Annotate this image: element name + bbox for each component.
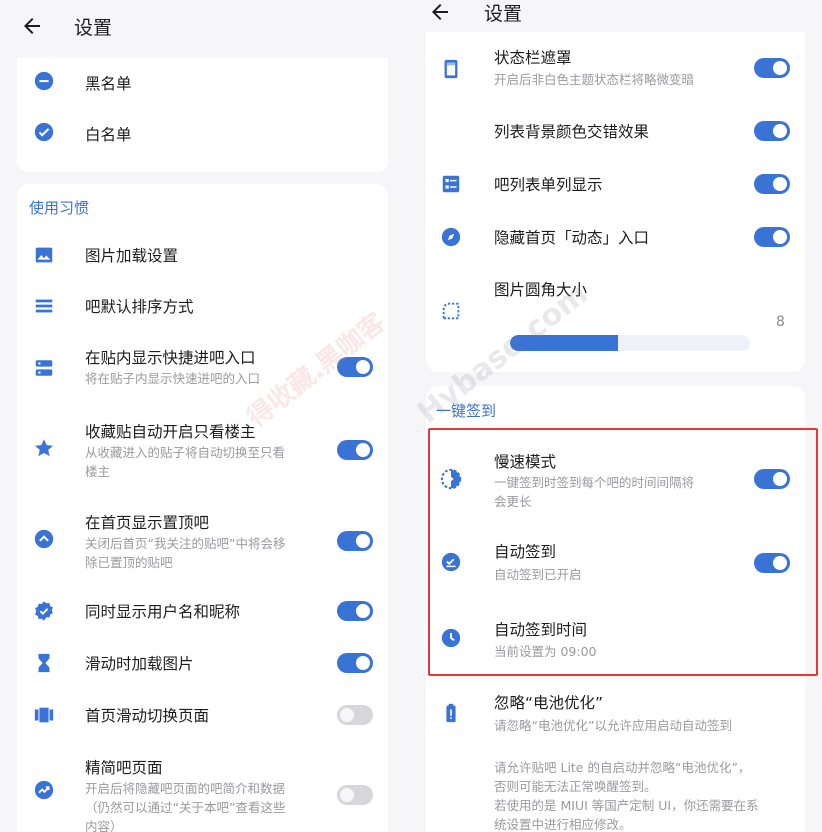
item-description-line2: 除已置顶的贴吧 bbox=[85, 555, 173, 570]
default-sort-item[interactable]: 吧默认排序方式 bbox=[17, 292, 388, 322]
hourglass-icon bbox=[33, 652, 55, 674]
blacklist-label: 黑名单 bbox=[85, 75, 132, 93]
usage-card: 使用习惯 图片加载设置 吧默认排序方式 在贴内显示快捷进吧入口 将在贴子内显示快… bbox=[17, 184, 388, 832]
battery-note-line4: 统设置中进行相应修改。 bbox=[494, 817, 632, 832]
item-label: 吧默认排序方式 bbox=[85, 298, 194, 316]
list-lines-icon bbox=[33, 295, 55, 317]
show-pinned-toggle[interactable] bbox=[337, 531, 373, 551]
compass-icon bbox=[440, 226, 462, 248]
display-card: 状态栏遮罩 开启后非白色主题状态栏将略微变暗 列表背景颜色交错效果 吧列表单列显… bbox=[426, 22, 805, 372]
whitelist-label: 白名单 bbox=[85, 126, 132, 144]
section-title-usage: 使用习惯 bbox=[29, 199, 90, 217]
favorite-op-only-toggle[interactable] bbox=[337, 440, 373, 460]
star-icon bbox=[33, 437, 55, 459]
item-label: 在首页显示置顶吧 bbox=[85, 514, 210, 532]
status-bar-mask-toggle[interactable] bbox=[754, 58, 790, 78]
rounded-corner-icon bbox=[440, 300, 462, 322]
left-settings-screen: 设置 黑名单 白名单 使用习惯 图片加载设置 吧默认排序方式 在贴内显示快捷进吧… bbox=[0, 0, 410, 832]
item-description-line1: 关闭后首页“我关注的贴吧”中将会移 bbox=[85, 536, 286, 551]
corner-size-value: 8 bbox=[776, 314, 785, 330]
load-images-scrolling-toggle[interactable] bbox=[337, 653, 373, 673]
item-description-line1: 从收藏进入的贴子将自动切换至只看 bbox=[85, 445, 286, 460]
item-description-line3: 内容） bbox=[85, 819, 123, 832]
ignore-battery-optimization-item[interactable]: 忽略“电池优化” 请忽略“电池优化”以允许应用启动自动签到 bbox=[426, 689, 805, 739]
show-username-nickname-toggle[interactable] bbox=[337, 601, 373, 621]
simplify-forum-page-toggle[interactable] bbox=[337, 785, 373, 805]
trending-icon bbox=[33, 779, 55, 801]
arrow-left-icon[interactable] bbox=[20, 14, 48, 42]
corner-size-slider[interactable] bbox=[510, 335, 750, 351]
phone-frame-icon bbox=[440, 58, 462, 80]
image-loading-item[interactable]: 图片加载设置 bbox=[17, 240, 388, 270]
hide-feed-entry-toggle[interactable] bbox=[754, 227, 790, 247]
page-title: 设置 bbox=[74, 17, 113, 39]
view-carousel-icon bbox=[33, 704, 55, 726]
verified-badge-icon bbox=[33, 600, 55, 622]
quick-entry-item[interactable]: 在贴内显示快捷进吧入口 将在贴子内显示快速进吧的入口 bbox=[17, 344, 388, 394]
swipe-switch-page-item[interactable]: 首页滑动切换页面 bbox=[17, 700, 388, 730]
item-description-line1: 开启后将隐藏吧页面的吧简介和数据 bbox=[85, 781, 286, 796]
item-label: 图片加载设置 bbox=[85, 247, 179, 265]
item-label: 滑动时加载图片 bbox=[85, 655, 194, 673]
battery-note-line3: 若使用的是 MIUI 等国产定制 UI，你还需要在系 bbox=[494, 798, 759, 813]
item-description-line2: （仍然可以通过“关于本吧”查看这些 bbox=[85, 800, 286, 815]
single-column-list-item[interactable]: 吧列表单列显示 bbox=[426, 169, 805, 199]
item-label: 列表背景颜色交错效果 bbox=[494, 123, 650, 141]
item-label: 隐藏首页「动态」入口 bbox=[494, 229, 650, 247]
single-column-list-toggle[interactable] bbox=[754, 174, 790, 194]
load-images-scrolling-item[interactable]: 滑动时加载图片 bbox=[17, 648, 388, 678]
check-circle-icon bbox=[33, 121, 55, 143]
item-label: 忽略“电池优化” bbox=[494, 694, 604, 712]
slider-fill bbox=[510, 335, 618, 351]
section-title-sign: 一键签到 bbox=[436, 402, 497, 420]
hide-feed-entry-item[interactable]: 隐藏首页「动态」入口 bbox=[426, 222, 805, 252]
battery-note-line1: 请允许贴吧 Lite 的自启动并忽略“电池优化”， bbox=[494, 760, 751, 775]
image-icon bbox=[33, 244, 55, 266]
battery-alert-icon bbox=[440, 702, 462, 724]
right-settings-screen: 设置 状态栏遮罩 开启后非白色主题状态栏将略微变暗 列表背景颜色交错效果 吧列表… bbox=[412, 0, 822, 832]
item-label: 状态栏遮罩 bbox=[494, 49, 572, 67]
storage-icon bbox=[33, 357, 55, 379]
item-label: 收藏贴自动开启只看楼主 bbox=[85, 423, 256, 441]
item-description: 开启后非白色主题状态栏将略微变暗 bbox=[494, 72, 695, 87]
image-corner-size-item: 图片圆角大小 bbox=[426, 274, 805, 344]
list-alternating-bg-toggle[interactable] bbox=[754, 121, 790, 141]
list-alternating-bg-item[interactable]: 列表背景颜色交错效果 bbox=[426, 116, 805, 146]
item-label: 精简吧页面 bbox=[85, 759, 163, 777]
item-label: 首页滑动切换页面 bbox=[85, 707, 210, 725]
item-label: 图片圆角大小 bbox=[494, 281, 588, 299]
battery-note-line2: 否则可能无法正常唤醒签到。 bbox=[494, 779, 657, 794]
simplify-forum-page-item[interactable]: 精简吧页面 开启后将隐藏吧页面的吧简介和数据 （仍然可以通过“关于本吧”查看这些… bbox=[17, 752, 388, 832]
top-app-bar: 设置 bbox=[412, 0, 822, 32]
item-description: 将在贴子内显示快速进吧的入口 bbox=[85, 371, 261, 386]
item-description: 请忽略“电池优化”以允许应用启动自动签到 bbox=[494, 718, 732, 733]
chevron-up-circle-icon bbox=[33, 528, 55, 550]
item-label: 吧列表单列显示 bbox=[494, 176, 603, 194]
highlight-box bbox=[428, 428, 818, 676]
item-label: 在贴内显示快捷进吧入口 bbox=[85, 349, 256, 367]
minus-circle-icon bbox=[33, 70, 55, 92]
item-label: 同时显示用户名和昵称 bbox=[85, 603, 241, 621]
list-card: 黑名单 白名单 bbox=[17, 40, 388, 172]
blacklist-item[interactable]: 黑名单 bbox=[17, 68, 388, 98]
page-title: 设置 bbox=[484, 3, 523, 25]
item-description-line2: 楼主 bbox=[85, 464, 111, 479]
swipe-switch-page-toggle[interactable] bbox=[337, 705, 373, 725]
top-app-bar: 设置 bbox=[0, 0, 410, 58]
show-pinned-item[interactable]: 在首页显示置顶吧 关闭后首页“我关注的贴吧”中将会移 除已置顶的贴吧 bbox=[17, 511, 388, 575]
status-bar-mask-item[interactable]: 状态栏遮罩 开启后非白色主题状态栏将略微变暗 bbox=[426, 44, 805, 94]
whitelist-item[interactable]: 白名单 bbox=[17, 119, 388, 149]
show-username-nickname-item[interactable]: 同时显示用户名和昵称 bbox=[17, 596, 388, 626]
arrow-left-icon[interactable] bbox=[428, 0, 456, 28]
list-view-icon bbox=[440, 173, 462, 195]
quick-entry-toggle[interactable] bbox=[337, 357, 373, 377]
favorite-op-only-item[interactable]: 收藏贴自动开启只看楼主 从收藏进入的贴子将自动切换至只看 楼主 bbox=[17, 420, 388, 484]
